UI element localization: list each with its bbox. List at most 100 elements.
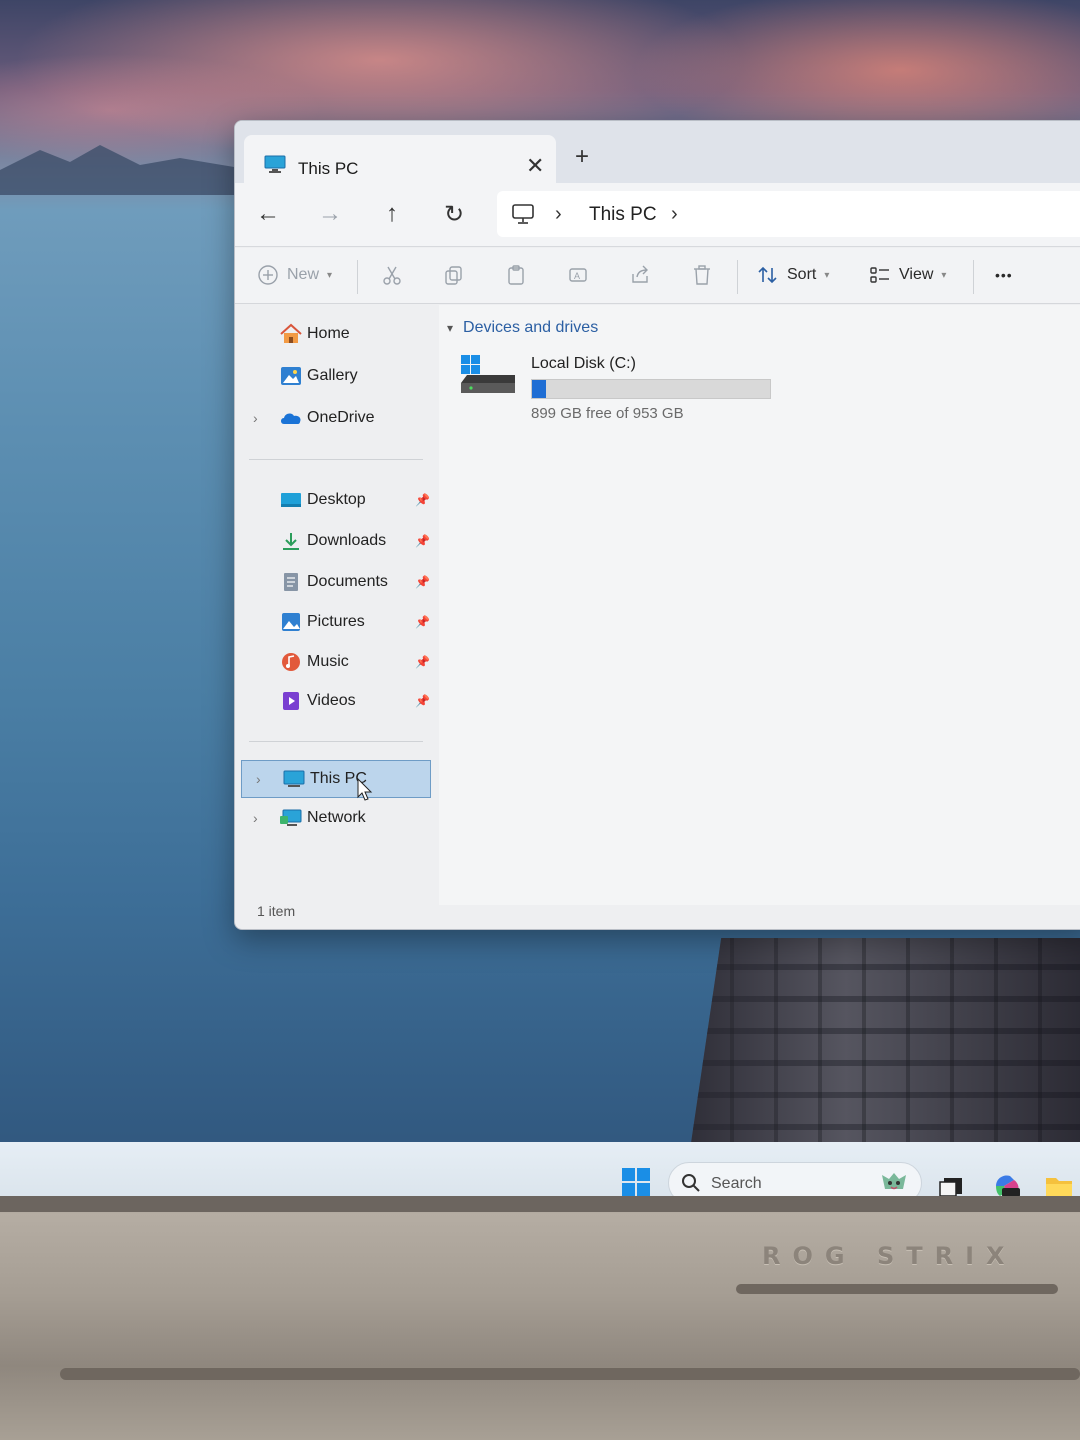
plus-circle-icon — [258, 265, 278, 285]
chevron-down-icon: ▾ — [447, 321, 454, 335]
sidebar-divider — [249, 741, 423, 742]
command-bar: New ▾ A Sort ▾ View ▾ ••• — [235, 248, 1080, 304]
monitor-icon — [512, 204, 534, 224]
sidebar-item-music[interactable]: Music 📌 — [239, 643, 431, 681]
hard-drive-icon — [461, 355, 515, 393]
pin-icon[interactable]: 📌 — [415, 493, 430, 507]
trash-icon — [694, 265, 710, 285]
svg-text:A: A — [574, 271, 580, 281]
chevron-down-icon: ▾ — [824, 269, 830, 281]
sidebar-item-videos[interactable]: Videos 📌 — [239, 682, 431, 720]
chevron-right-icon[interactable]: › — [253, 410, 258, 426]
view-list-icon — [870, 267, 889, 283]
sidebar-item-pictures[interactable]: Pictures 📌 — [239, 603, 431, 641]
view-button[interactable]: View ▾ — [869, 258, 946, 292]
breadcrumb-this-pc[interactable]: This PC — [589, 204, 657, 226]
view-label: View — [899, 266, 934, 283]
copy-button[interactable] — [443, 258, 465, 292]
onedrive-icon — [281, 413, 301, 424]
drive-name: Local Disk (C:) — [531, 355, 636, 372]
sidebar-item-label: Pictures — [307, 613, 365, 630]
pin-icon[interactable]: 📌 — [415, 615, 430, 629]
pictures-icon — [282, 613, 300, 631]
drive-local-disk-c[interactable]: Local Disk (C:) 899 GB free of 953 GB — [459, 349, 779, 425]
delete-button[interactable] — [691, 258, 713, 292]
chevron-right-icon[interactable]: › — [253, 810, 258, 826]
toolbar-divider — [973, 260, 974, 294]
refresh-button[interactable]: ↻ — [437, 197, 471, 231]
share-button[interactable] — [629, 258, 651, 292]
home-icon — [280, 323, 302, 343]
windows-start-icon[interactable] — [622, 1168, 650, 1196]
sidebar-divider — [249, 459, 423, 460]
mouse-cursor-icon — [357, 778, 373, 801]
breadcrumb-separator[interactable]: › — [671, 203, 678, 226]
sidebar-item-label: Desktop — [307, 491, 366, 508]
sidebar-item-label: Downloads — [307, 532, 387, 549]
sidebar-item-label: Documents — [307, 573, 388, 590]
tab-title: This PC — [298, 159, 359, 178]
search-icon — [682, 1174, 700, 1192]
back-button[interactable]: ← — [251, 197, 285, 231]
scissors-icon — [383, 266, 401, 285]
sort-label: Sort — [787, 266, 817, 283]
pc-icon — [283, 770, 305, 787]
up-button[interactable]: ↑ — [375, 197, 409, 231]
navigation-bar: ← → ↑ ↻ › This PC › — [235, 183, 1080, 247]
sidebar-item-documents[interactable]: Documents 📌 — [239, 563, 431, 601]
rename-icon: A — [569, 268, 587, 282]
desktop-pier-image — [690, 938, 1080, 1150]
devices-and-drives-header[interactable]: ▾ Devices and drives — [447, 319, 598, 337]
music-icon — [282, 653, 300, 671]
forward-button[interactable]: → — [313, 197, 347, 231]
new-button[interactable]: New ▾ — [257, 258, 332, 292]
sidebar-item-label: Videos — [307, 692, 356, 709]
tab-this-pc[interactable]: This PC ✕ — [244, 135, 556, 185]
new-tab-button[interactable]: + — [575, 145, 589, 169]
sidebar-item-gallery[interactable]: Gallery — [239, 357, 431, 395]
mountains-decoration — [0, 145, 240, 195]
share-icon — [632, 265, 648, 283]
paste-button[interactable] — [505, 258, 527, 292]
sidebar-item-this-pc[interactable]: › This PC — [241, 760, 431, 798]
sidebar-item-onedrive[interactable]: › OneDrive — [239, 399, 431, 437]
pin-icon[interactable]: 📌 — [415, 694, 430, 708]
chevron-down-icon: ▾ — [941, 269, 947, 281]
chevron-right-icon[interactable]: › — [256, 771, 261, 787]
close-tab-button[interactable]: ✕ — [526, 155, 544, 177]
desktop-folder-icon — [281, 493, 301, 507]
sort-icon — [758, 266, 777, 284]
content-pane: ▾ Devices and drives Local Disk (C:) 899… — [439, 305, 1080, 905]
pin-icon[interactable]: 📌 — [415, 575, 430, 589]
drive-free-space: 899 GB free of 953 GB — [531, 405, 684, 422]
drive-usage-fill — [532, 380, 546, 398]
laptop-brand-logo: ROG STRIX — [762, 1242, 1017, 1270]
rename-button[interactable]: A — [567, 258, 589, 292]
pin-icon[interactable]: 📌 — [415, 655, 430, 669]
address-bar[interactable]: › This PC › — [497, 191, 1080, 237]
sidebar-item-label: Home — [307, 325, 350, 342]
videos-icon — [283, 692, 299, 710]
sort-button[interactable]: Sort ▾ — [757, 258, 829, 292]
clipboard-icon — [508, 265, 524, 285]
toolbar-divider — [737, 260, 738, 294]
pin-icon[interactable]: 📌 — [415, 534, 430, 548]
gallery-icon — [281, 367, 301, 385]
tab-strip: This PC ✕ + — [235, 121, 1080, 185]
sidebar-item-network[interactable]: › Network — [239, 799, 431, 837]
breadcrumb-separator[interactable]: › — [555, 203, 562, 226]
sidebar-item-home[interactable]: Home — [239, 315, 431, 353]
chevron-down-icon: ▾ — [327, 269, 333, 281]
more-options-button[interactable]: ••• — [995, 258, 1013, 292]
sidebar-item-desktop[interactable]: Desktop 📌 — [239, 481, 431, 519]
pc-icon — [264, 155, 286, 173]
laptop-bezel — [0, 1196, 1080, 1440]
navigation-pane: Home Gallery › OneDrive Desktop 📌 Downlo… — [235, 305, 435, 905]
new-label: New — [287, 266, 320, 283]
search-highlight-icon — [882, 1173, 906, 1190]
copy-icon — [445, 266, 462, 285]
cut-button[interactable] — [381, 258, 403, 292]
sidebar-item-downloads[interactable]: Downloads 📌 — [239, 522, 431, 560]
downloads-icon — [283, 533, 299, 550]
sidebar-item-label: OneDrive — [307, 409, 375, 426]
